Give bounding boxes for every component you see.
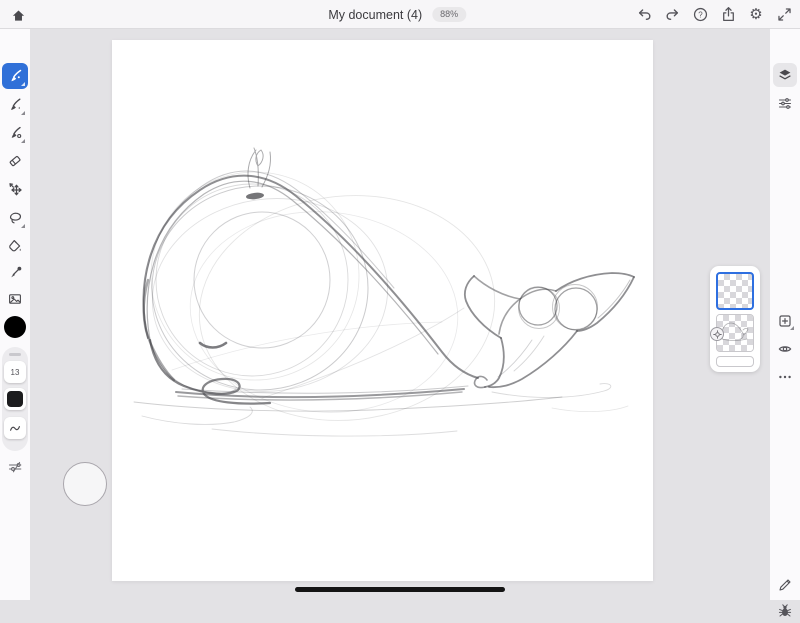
wave-icon: [8, 421, 22, 435]
background-layer-thumbnail[interactable]: [716, 356, 754, 367]
lasso-select-tool[interactable]: [2, 205, 28, 231]
bug-icon: [777, 603, 793, 619]
color-picker-puck[interactable]: [4, 316, 26, 338]
brush-size-box[interactable]: 13: [4, 361, 26, 383]
fullscreen-icon[interactable]: [775, 6, 793, 24]
pixel-brush-tool[interactable]: [2, 63, 28, 89]
selected-color-chip: [7, 391, 23, 407]
eyedropper-tool[interactable]: [2, 260, 28, 286]
color-well[interactable]: [4, 388, 26, 410]
touch-shortcut-button[interactable]: [63, 462, 107, 506]
gear-badge-icon: [713, 330, 722, 339]
layers-icon: [777, 67, 793, 83]
drawing-canvas[interactable]: [112, 40, 653, 581]
home-indicator-bar[interactable]: [295, 587, 505, 592]
tool-options-indicator: [21, 82, 25, 86]
whale-sketch: [112, 40, 653, 581]
tool-options-indicator: [21, 111, 25, 115]
add-layer-button[interactable]: [773, 309, 797, 333]
smoothing-box[interactable]: [4, 417, 26, 439]
layer-actions-badge[interactable]: [710, 327, 724, 341]
layer-thumbnail-sketch[interactable]: [716, 314, 754, 352]
tool-options-indicator: [21, 139, 25, 143]
live-brush-tool[interactable]: [2, 92, 28, 118]
quick-settings-panel: 13: [2, 347, 28, 451]
share-icon[interactable]: [719, 6, 737, 24]
sliders-pencil-icon: [7, 459, 23, 475]
top-bar: My document (4) 88% ? ⚙: [0, 0, 800, 29]
eraser-tool[interactable]: [2, 148, 28, 174]
visibility-eye-icon: [777, 341, 793, 357]
layer-thumbnail-selected[interactable]: [716, 272, 754, 310]
layer-properties-button[interactable]: [773, 91, 797, 115]
move-transform-tool[interactable]: [2, 176, 28, 202]
home-icon[interactable]: [9, 6, 27, 24]
place-image-tool[interactable]: [2, 286, 28, 312]
button-options-indicator: [790, 326, 794, 330]
layer-visibility-button[interactable]: [773, 337, 797, 361]
settings-gear-icon[interactable]: ⚙: [747, 6, 765, 24]
panels-sidebar: [770, 29, 800, 600]
zoom-level-badge[interactable]: 88%: [432, 7, 466, 22]
pencil-settings-button[interactable]: [773, 573, 797, 597]
more-ellipsis-icon: [777, 369, 793, 385]
layer-properties-icon: [777, 95, 793, 111]
tool-options-indicator: [21, 224, 25, 228]
help-icon[interactable]: ?: [691, 6, 709, 24]
paint-fill-tool[interactable]: [2, 233, 28, 259]
layers-panel: [710, 266, 760, 372]
undo-icon[interactable]: [635, 6, 653, 24]
debug-feedback-button[interactable]: [773, 599, 797, 623]
svg-text:?: ?: [698, 10, 703, 19]
vector-brush-tool[interactable]: [2, 120, 28, 146]
document-title: My document (4): [328, 8, 422, 22]
brush-settings-button[interactable]: [5, 457, 25, 477]
tools-sidebar: 13: [0, 29, 30, 600]
layers-button[interactable]: [773, 63, 797, 87]
redo-icon[interactable]: [663, 6, 681, 24]
panel-drag-handle[interactable]: [9, 353, 21, 356]
brush-size-value: 13: [11, 368, 20, 377]
pencil-icon: [777, 577, 793, 593]
layer-more-button[interactable]: [773, 365, 797, 389]
